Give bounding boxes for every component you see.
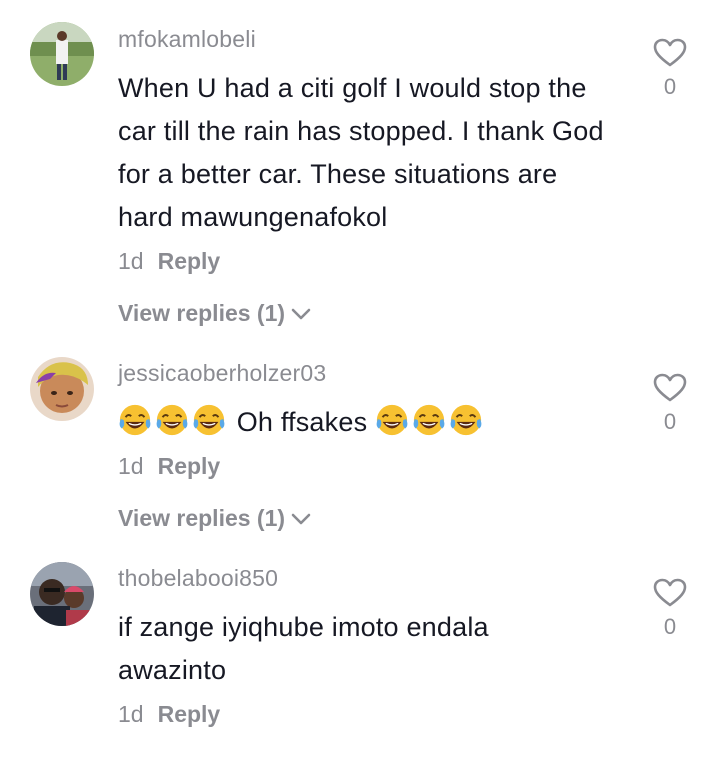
- comment-meta: 1d Reply: [118, 248, 220, 275]
- comment-username[interactable]: mfokamlobeli: [118, 26, 256, 53]
- like-button[interactable]: 0: [650, 578, 690, 640]
- emoji-face-with-tears-of-joy: [192, 403, 226, 437]
- comment-timestamp: 1d: [118, 453, 144, 479]
- comment-timestamp: 1d: [118, 701, 144, 727]
- view-replies-label: View replies (1): [118, 505, 286, 531]
- avatar[interactable]: [30, 562, 94, 626]
- comment-text: if zange iyiqhube imoto endala awazinto: [118, 612, 489, 685]
- heart-outline-icon: [653, 38, 687, 67]
- like-count: 0: [663, 409, 677, 434]
- emoji-face-with-tears-of-joy: [375, 403, 409, 437]
- comment-username[interactable]: jessicaoberholzer03: [118, 360, 326, 387]
- comment-text: When U had a citi golf I would stop the …: [118, 73, 604, 232]
- comment-text-body: Oh ffsakes: [236, 407, 368, 437]
- chevron-down-icon: [291, 513, 311, 524]
- avatar[interactable]: [30, 22, 94, 86]
- avatar[interactable]: [30, 357, 94, 421]
- emoji-face-with-tears-of-joy: [449, 403, 483, 437]
- emoji-face-with-tears-of-joy: [155, 403, 189, 437]
- emoji-face-with-tears-of-joy: [412, 403, 446, 437]
- emoji-face-with-tears-of-joy: [118, 403, 152, 437]
- view-replies-button[interactable]: View replies (1): [118, 300, 311, 327]
- view-replies-label: View replies (1): [118, 300, 286, 326]
- comment-meta: 1d Reply: [118, 453, 220, 480]
- comment-username[interactable]: thobelabooi850: [118, 565, 278, 592]
- comment-text: Oh ffsakes: [118, 401, 638, 444]
- comment-timestamp: 1d: [118, 248, 144, 274]
- like-count: 0: [663, 614, 677, 639]
- comment-meta: 1d Reply: [118, 701, 220, 728]
- like-button[interactable]: 0: [650, 38, 690, 100]
- reply-button[interactable]: Reply: [158, 701, 221, 727]
- like-count: 0: [663, 74, 677, 99]
- heart-outline-icon: [653, 578, 687, 607]
- heart-outline-icon: [653, 373, 687, 402]
- like-button[interactable]: 0: [650, 373, 690, 435]
- reply-button[interactable]: Reply: [158, 248, 221, 274]
- view-replies-button[interactable]: View replies (1): [118, 505, 311, 532]
- chevron-down-icon: [291, 308, 311, 319]
- reply-button[interactable]: Reply: [158, 453, 221, 479]
